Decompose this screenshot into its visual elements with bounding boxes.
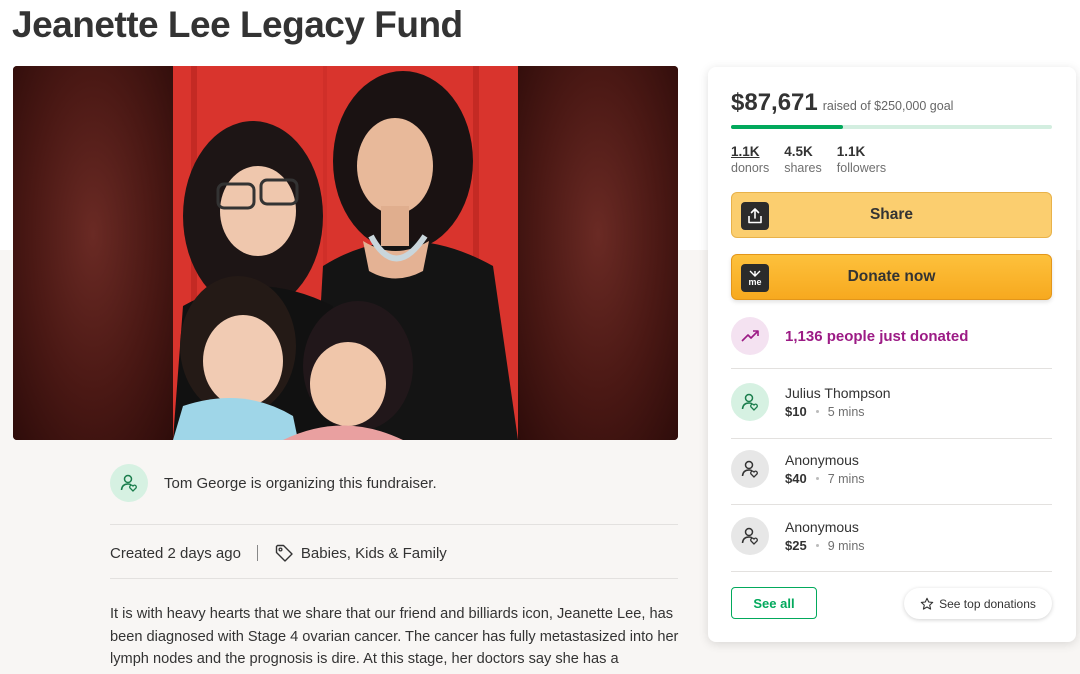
donor-avatar <box>731 450 769 488</box>
stat-value: 1.1K <box>836 144 866 159</box>
dot-separator <box>815 544 819 547</box>
divider <box>731 438 1052 439</box>
donor-time: 9 mins <box>827 538 865 553</box>
donor-time: 7 mins <box>827 471 865 486</box>
trend-text: 1,136 people just donated <box>785 327 969 345</box>
divider <box>110 524 678 525</box>
stat-label: donors <box>731 161 770 175</box>
dot-separator <box>815 410 819 413</box>
goal-text: raised of $250,000 goal <box>822 99 954 113</box>
stat-value: 1.1K <box>731 144 760 159</box>
page-title: Jeanette Lee Legacy Fund <box>12 4 463 45</box>
donation-card: $87,671 raised of $250,000 goal 1.1K don… <box>708 67 1076 642</box>
category-link[interactable]: Babies, Kids & Family <box>301 545 447 562</box>
donor-amount: $10 <box>785 404 807 419</box>
donor-avatar <box>731 517 769 555</box>
donate-button[interactable]: me Donate now <box>731 254 1052 300</box>
progress-bar <box>731 125 1052 129</box>
divider <box>731 571 1052 572</box>
user-heart-icon <box>741 393 758 411</box>
see-top-donations-button[interactable]: See top donations <box>904 588 1052 619</box>
donor-amount: $40 <box>785 471 807 486</box>
share-button[interactable]: Share <box>731 192 1052 238</box>
created-date: Created 2 days ago <box>110 544 241 562</box>
user-heart-icon <box>741 460 758 478</box>
stats-row: 1.1K donors 4.5K shares 1.1K followers <box>731 144 901 175</box>
raised-amount: $87,671 <box>731 89 818 116</box>
hero-image <box>13 66 678 440</box>
see-all-button[interactable]: See all <box>731 587 817 619</box>
progress-fill <box>731 125 844 129</box>
amount-row: $87,671 raised of $250,000 goal <box>731 89 953 117</box>
share-label: Share <box>869 206 914 223</box>
dot-separator <box>815 477 819 480</box>
organizer-row: Tom George is organizing this fundraiser… <box>110 462 678 504</box>
hero-blur-right <box>518 66 678 440</box>
family-photo <box>173 66 518 440</box>
donor-amount: $25 <box>785 538 807 553</box>
donor-item: Anonymous $40 7 mins <box>731 450 865 488</box>
donor-name: Anonymous <box>785 452 859 468</box>
recent-donations-trend: 1,136 people just donated <box>731 317 968 355</box>
organizer-avatar <box>110 464 148 502</box>
share-icon <box>741 202 769 230</box>
stat-donors[interactable]: 1.1K donors <box>731 144 769 175</box>
tag-icon <box>274 543 294 563</box>
see-top-label: See top donations <box>939 596 1036 611</box>
donor-item: Anonymous $25 9 mins <box>731 517 865 555</box>
stat-value: 4.5K <box>784 144 813 159</box>
stat-label: followers <box>836 161 887 175</box>
meta-row: Created 2 days ago Babies, Kids & Family <box>110 540 447 566</box>
divider <box>110 578 678 579</box>
donate-icon: me <box>741 264 769 292</box>
user-heart-icon <box>120 474 137 492</box>
user-heart-icon <box>741 527 758 545</box>
stat-label: shares <box>784 161 822 175</box>
donor-avatar <box>731 383 769 421</box>
divider <box>731 504 1052 505</box>
hero-blur-left <box>13 66 173 440</box>
stat-shares: 4.5K shares <box>784 144 822 175</box>
donor-time: 5 mins <box>827 404 865 419</box>
donate-icon-text: me <box>748 276 762 287</box>
organizer-text: Tom George is organizing this fundraiser… <box>164 474 437 492</box>
donor-item: Julius Thompson $10 5 mins <box>731 383 891 421</box>
donor-name: Anonymous <box>785 519 859 535</box>
donate-label: Donate now <box>847 268 936 285</box>
divider <box>731 368 1052 369</box>
donor-name: Julius Thompson <box>785 385 891 401</box>
star-icon <box>920 597 934 610</box>
meta-separator <box>256 545 258 561</box>
story-text: It is with heavy hearts that we share th… <box>110 606 679 667</box>
stat-followers: 1.1K followers <box>837 144 886 175</box>
trend-icon <box>731 317 769 355</box>
